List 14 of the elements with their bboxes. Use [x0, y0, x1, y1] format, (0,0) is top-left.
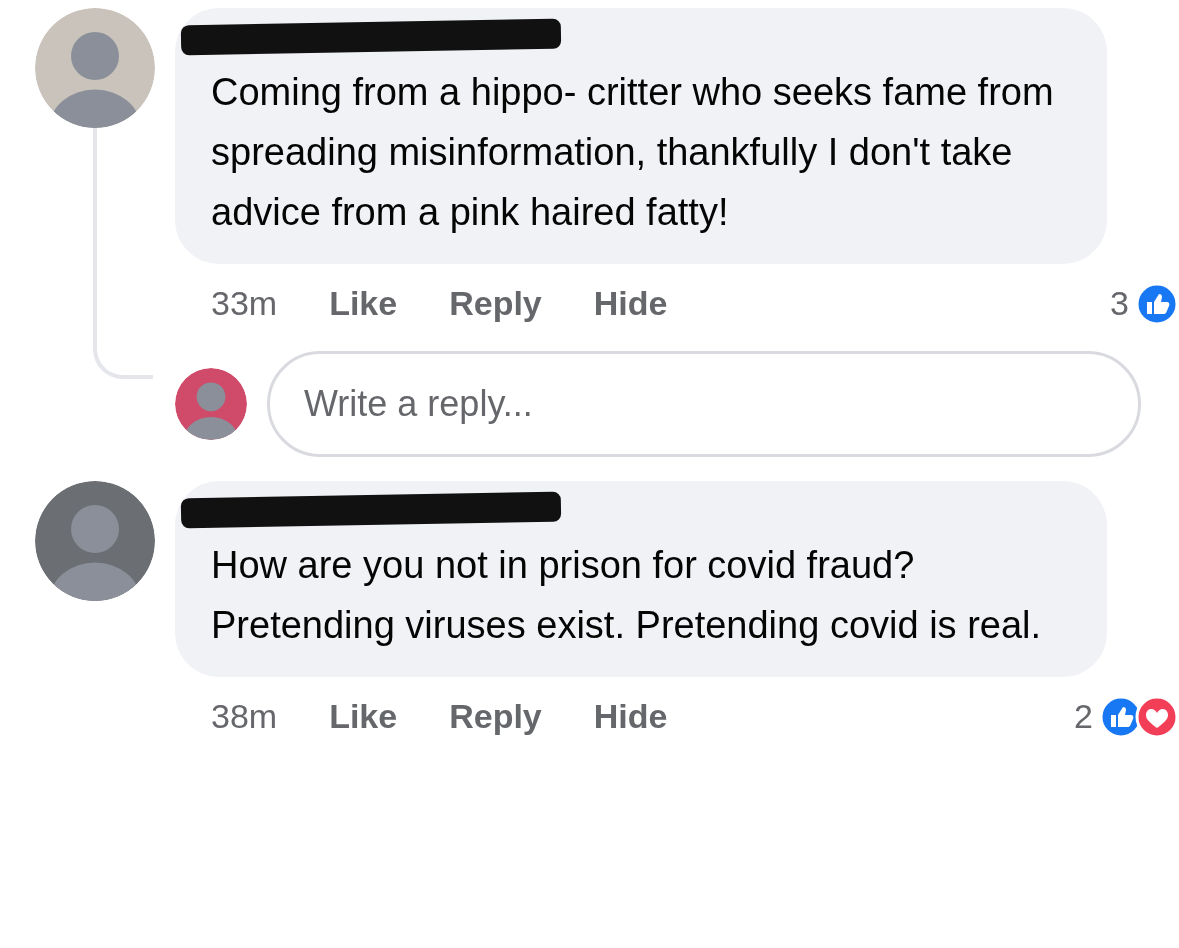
reaction-count: 3 [1110, 283, 1129, 324]
reply-field[interactable]: Write a reply... [267, 351, 1141, 457]
thread-curve [93, 329, 153, 379]
comment-text: Coming from a hippo- critter who seeks fame from spreading misinformation, thankfully I don't take advice from a pink haired fatty! [211, 70, 1055, 235]
action-link[interactable]: Hide [593, 691, 668, 742]
action-link[interactable]: Hide [593, 278, 668, 329]
timestamp: 38m [211, 696, 278, 737]
action-link[interactable]: Like [329, 278, 398, 329]
reaction-count: 2 [1074, 696, 1093, 737]
action-link[interactable]: Reply [449, 691, 542, 742]
comment-text: How are you not in prison for covid fraud? Pretending viruses exist. Pretending covid is real. [211, 543, 1043, 648]
action-link[interactable]: Reply [449, 278, 542, 329]
timestamp: 33m [211, 283, 278, 324]
action-link[interactable]: Like [329, 691, 398, 742]
